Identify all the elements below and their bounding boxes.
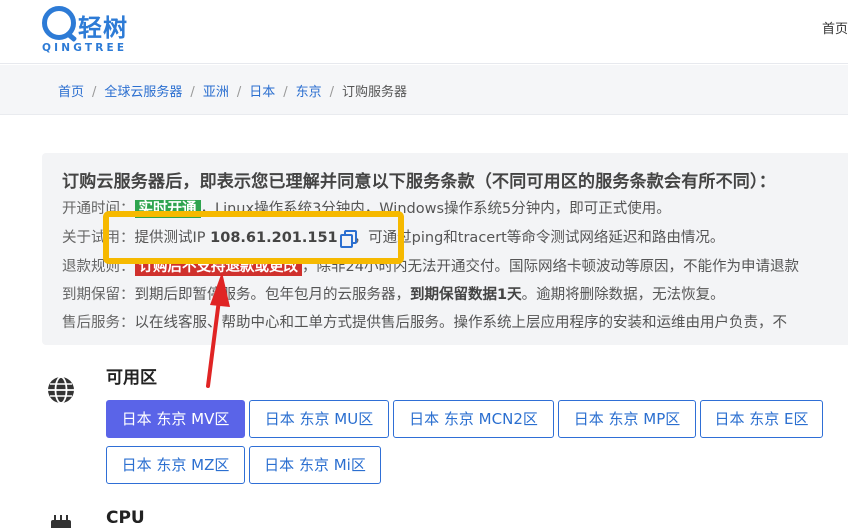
breadcrumb-home[interactable]: 首页 <box>58 85 84 100</box>
breadcrumb-bar: 首页 / 全球云服务器 / 亚洲 / 日本 / 东京 / 订购服务器 <box>0 65 848 115</box>
annotation-highlight-box <box>103 211 404 264</box>
zone-option-mi[interactable]: 日本 东京 Mi区 <box>249 446 381 484</box>
logo-text-en: QINGTREE <box>42 42 128 54</box>
breadcrumb-asia[interactable]: 亚洲 <box>203 85 229 100</box>
breadcrumb-separator: / <box>92 85 97 100</box>
logo-q-mark <box>42 6 76 40</box>
breadcrumb-separator: / <box>329 85 335 100</box>
zone-option-mp[interactable]: 日本 东京 MP区 <box>558 400 696 438</box>
zone-option-mv[interactable]: 日本 东京 MV区 <box>106 400 245 438</box>
notice-title: 订购云服务器后，即表示您已理解并同意以下服务条款（不同可用区的服务条款会有所不同… <box>62 172 776 192</box>
notice-line-support: 售后服务：以在线客服、帮助中心和工单方式提供售后服务。操作系统上层应用程序的安装… <box>62 315 787 331</box>
zone-option-mcn2[interactable]: 日本 东京 MCN2区 <box>393 400 554 438</box>
breadcrumb-japan[interactable]: 日本 <box>249 85 275 100</box>
notice-line-expiry: 到期保留：到期后即暂停服务。包年包月的云服务器，到期保留数据1天。逾期将删除数据… <box>62 287 725 303</box>
nav-home-link[interactable]: 首页 <box>822 18 848 37</box>
breadcrumb-global-cloud[interactable]: 全球云服务器 <box>104 85 182 100</box>
zone-section-title: 可用区 <box>106 368 157 388</box>
breadcrumb: 首页 / 全球云服务器 / 亚洲 / 日本 / 东京 / 订购服务器 <box>58 81 407 100</box>
cpu-chip-icon <box>51 515 71 528</box>
breadcrumb-separator: / <box>190 85 195 100</box>
breadcrumb-tokyo[interactable]: 东京 <box>296 85 322 100</box>
zone-option-mz[interactable]: 日本 东京 MZ区 <box>106 446 245 484</box>
zone-option-mu[interactable]: 日本 东京 MU区 <box>249 400 389 438</box>
breadcrumb-separator: / <box>236 85 242 100</box>
logo-text-cn: 轻树 <box>78 14 128 42</box>
breadcrumb-separator: / <box>283 85 288 100</box>
zone-option-e[interactable]: 日本 东京 E区 <box>700 400 823 438</box>
globe-icon <box>48 376 74 404</box>
cpu-section-title: CPU <box>106 508 145 528</box>
qingtree-logo[interactable]: 轻树 QINGTREE <box>42 6 142 56</box>
breadcrumb-current: 订购服务器 <box>342 85 408 100</box>
site-header: 轻树 QINGTREE 首页 <box>0 0 848 64</box>
